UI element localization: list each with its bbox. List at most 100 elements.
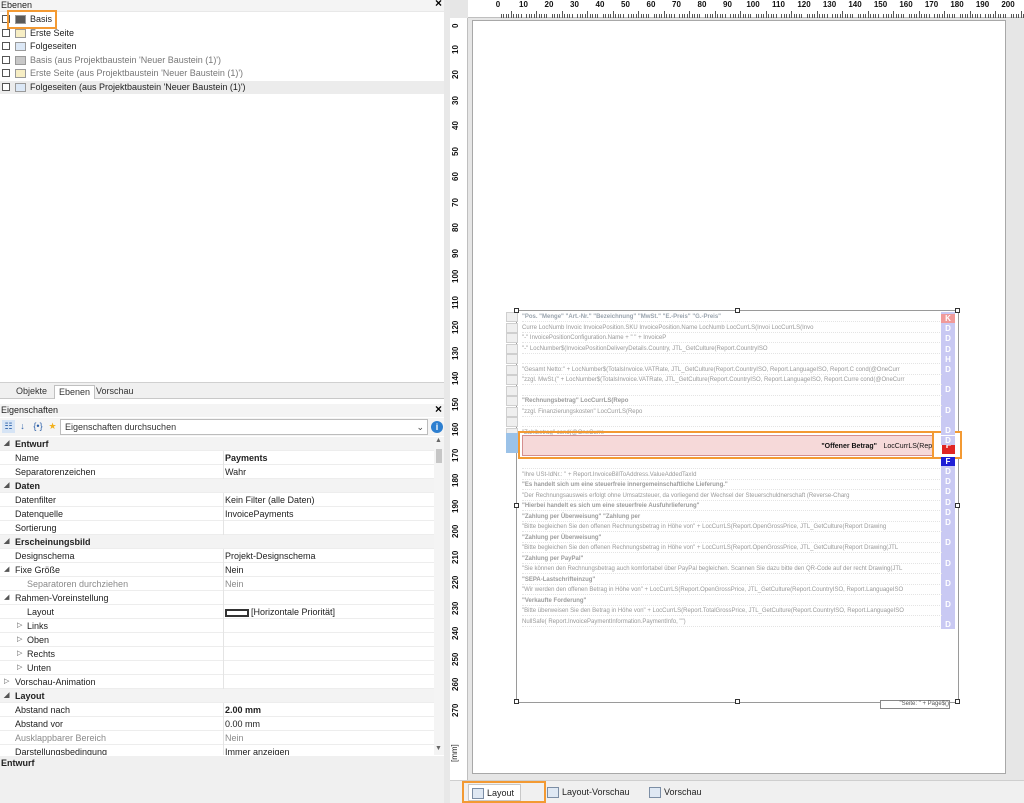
property-row[interactable]: ▷ Unten (0, 661, 434, 675)
band-type-marker[interactable]: F (941, 456, 955, 466)
resize-handle[interactable] (955, 503, 960, 508)
expand-icon[interactable]: ▷ (17, 619, 22, 633)
layer-checkbox[interactable] (2, 69, 10, 77)
collapse-icon[interactable]: ◢ (4, 437, 9, 451)
property-value[interactable]: 0.00 mm (225, 717, 260, 731)
report-cell-row[interactable]: "Zahlung per Überweisung" "Zahlung per (522, 512, 942, 522)
property-row[interactable]: Darstellungsbedingung Immer anzeigen (0, 745, 434, 755)
report-cell-row[interactable]: Curre LocNumb Invoic InvoicePosition.SKU… (522, 323, 942, 333)
selected-row-grip[interactable] (506, 433, 518, 453)
layer-item[interactable]: Basis (aus Projektbaustein 'Neuer Bauste… (0, 54, 444, 67)
band-type-marker[interactable]: D (941, 507, 955, 517)
band-type-marker[interactable]: D (941, 558, 955, 568)
property-row[interactable]: Abstand vor 0.00 mm (0, 717, 434, 731)
band-type-marker[interactable]: D (941, 436, 955, 446)
info-icon[interactable]: i (431, 421, 443, 433)
property-row[interactable]: Layout [Horizontale Priorität] (0, 605, 434, 619)
band-type-marker[interactable]: D (941, 324, 955, 334)
star-icon[interactable]: ★ (46, 420, 59, 433)
layer-item[interactable]: Erste Seite (0, 27, 444, 40)
report-cell-row[interactable]: "Ihre USt-IdNr.: " + Report.InvoiceBillT… (522, 470, 942, 480)
expression-icon[interactable]: {•} (30, 420, 46, 433)
row-grip[interactable] (506, 396, 518, 406)
report-cell-row[interactable]: "Es handelt sich um eine steuerfreie inn… (522, 480, 942, 490)
property-row[interactable]: Name Payments (0, 451, 434, 465)
row-grip[interactable] (506, 312, 518, 322)
resize-handle[interactable] (514, 503, 519, 508)
band-type-marker[interactable]: D (941, 334, 955, 344)
report-cell-row[interactable] (522, 417, 942, 427)
resize-handle[interactable] (735, 699, 740, 704)
expand-icon[interactable]: ▷ (4, 675, 9, 689)
row-grip[interactable] (506, 385, 518, 396)
row-grip[interactable] (506, 354, 518, 364)
band-type-marker[interactable]: D (941, 518, 955, 527)
property-row[interactable]: Separatorenzeichen Wahr (0, 465, 434, 479)
resize-handle[interactable] (735, 308, 740, 313)
row-grip[interactable] (506, 322, 518, 333)
row-grip[interactable] (506, 343, 518, 354)
properties-scrollbar[interactable]: ▲ ▼ (434, 437, 444, 755)
property-row[interactable]: Abstand nach 2.00 mm (0, 703, 434, 717)
collapse-icon[interactable]: ◢ (4, 689, 9, 703)
property-value[interactable]: 2.00 mm (225, 703, 261, 717)
band-type-marker[interactable]: D (941, 538, 955, 548)
report-cell-row[interactable]: "Hierbei handelt es sich um eine steuerf… (522, 501, 942, 511)
row-grip[interactable] (506, 364, 518, 375)
report-cell-row[interactable]: "Bitte begleichen Sie den offenen Rechnu… (522, 522, 942, 532)
resize-handle[interactable] (955, 699, 960, 704)
collapse-icon[interactable]: ◢ (4, 479, 9, 493)
property-row[interactable]: ▷ Rechts (0, 647, 434, 661)
report-cell-row[interactable]: NullSafe( Report.InvoicePaymentInformati… (522, 617, 942, 627)
band-type-marker[interactable]: D (941, 477, 955, 487)
layer-item[interactable]: Erste Seite (aus Projektbaustein 'Neuer … (0, 67, 444, 80)
tab-vorschau[interactable]: Vorschau (92, 385, 138, 399)
property-value[interactable]: Nein (225, 731, 244, 745)
expand-icon[interactable]: ◢ (4, 563, 9, 577)
layer-item[interactable]: Folgeseiten (aus Projektbaustein 'Neuer … (0, 80, 444, 94)
categorized-view-icon[interactable]: ☷ (2, 420, 15, 433)
band-type-marker[interactable]: D (941, 620, 955, 629)
row-grip[interactable] (506, 375, 518, 385)
layer-item[interactable]: Basis (0, 13, 444, 26)
chevron-down-icon[interactable]: ⌄ (416, 420, 424, 434)
page-number-field[interactable]: "Seite: " + Page$() (880, 700, 950, 709)
report-cell-row[interactable]: "-" LocNumber$(InvoicePositionDeliveryDe… (522, 344, 942, 354)
band-type-marker[interactable]: D (941, 497, 955, 507)
property-category[interactable]: ◢ Entwurf (0, 437, 434, 451)
tab-objekte[interactable]: Objekte (12, 385, 51, 399)
property-value[interactable]: Immer anzeigen (225, 745, 290, 755)
report-cell-row[interactable]: "Verkaufte Forderung" (522, 596, 942, 606)
report-cell-row[interactable]: "-" InvoicePositionConfiguration.Name + … (522, 333, 942, 343)
property-row[interactable]: Sortierung (0, 521, 434, 535)
scroll-down-icon[interactable]: ▼ (435, 745, 442, 752)
band-type-marker[interactable]: D (941, 405, 955, 415)
property-category[interactable]: ◢ Daten (0, 479, 434, 493)
layer-checkbox[interactable] (2, 42, 10, 50)
expand-icon[interactable]: ◢ (4, 591, 9, 605)
band-type-marker[interactable]: D (941, 344, 955, 354)
layer-checkbox[interactable] (2, 82, 10, 91)
expand-icon[interactable]: ▷ (17, 633, 22, 647)
band-type-marker[interactable]: H (941, 354, 955, 364)
property-category[interactable]: ◢ Erscheinungsbild (0, 535, 434, 549)
report-cell-row[interactable]: "Zahlung per Überweisung" (522, 533, 942, 543)
report-cell-row[interactable]: "Bitte überweisen Sie den Betrag in Höhe… (522, 606, 942, 616)
band-type-marker[interactable]: D (941, 467, 955, 476)
layer-checkbox[interactable] (2, 28, 10, 37)
expand-icon[interactable]: ▷ (17, 661, 22, 675)
tab-vorschau-bottom[interactable]: Vorschau (646, 784, 708, 801)
band-type-marker[interactable]: D (941, 426, 955, 436)
property-value[interactable]: Nein (225, 577, 244, 591)
property-value[interactable]: Nein (225, 563, 244, 577)
layer-item[interactable]: Folgeseiten (0, 40, 444, 53)
layer-checkbox[interactable] (2, 55, 10, 64)
report-cell-row[interactable]: "Der Rechnungsausweis erfolgt ohne Umsat… (522, 491, 942, 501)
band-type-marker[interactable]: D (941, 365, 955, 374)
report-cell-row[interactable]: "Sie können den Rechnungsbetrag auch kom… (522, 564, 942, 574)
sort-alphabetical-icon[interactable]: ↓ (16, 420, 29, 433)
properties-search-input[interactable]: Eigenschaften durchsuchen ⌄ (60, 419, 428, 435)
expand-icon[interactable]: ▷ (17, 647, 22, 661)
report-cell-row[interactable]: "zzgl. Finanzierungskosten" LocCurrLS(Re… (522, 407, 942, 417)
property-row[interactable]: Datenfilter Kein Filter (alle Daten) (0, 493, 434, 507)
